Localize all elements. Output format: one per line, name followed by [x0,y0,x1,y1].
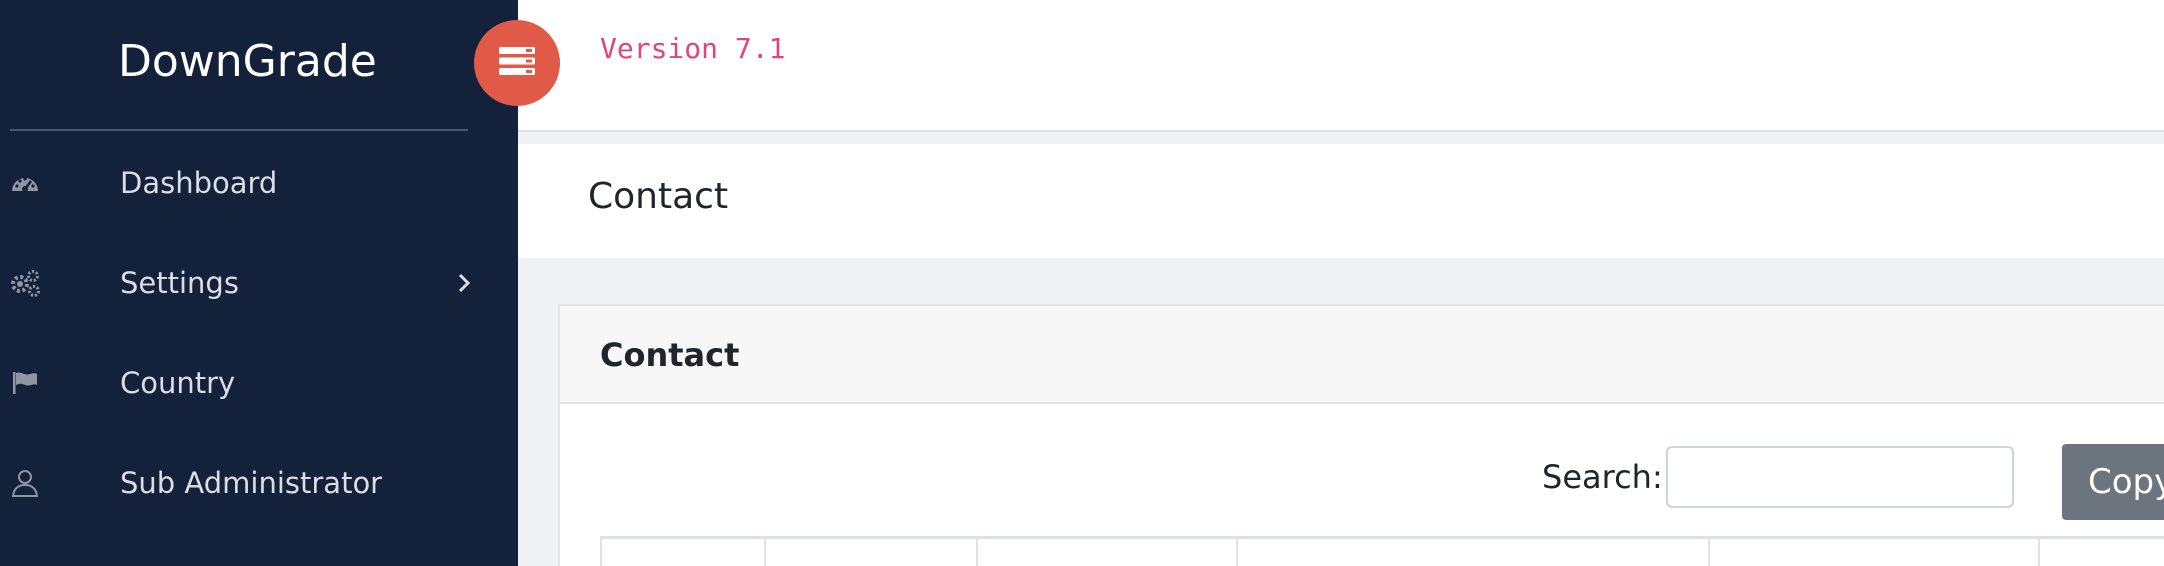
page-title: Contact [588,176,729,217]
menu-toggle-icon [498,45,536,82]
sidebar-item-settings[interactable]: Settings [0,243,518,323]
table-column-divider [764,539,766,566]
table-column-divider [1708,539,1710,566]
brand-logo-text[interactable]: DownGrade [118,36,377,87]
sidebar-item-country[interactable]: Country [0,343,518,423]
sidebar-item-label: Sub Administrator [120,466,383,500]
search-input[interactable] [1666,446,2014,508]
page-header: Contact [518,144,2164,258]
card-title: Contact [600,336,740,374]
table-column-divider [976,539,978,566]
sidebar-item-label: Dashboard [120,166,278,200]
dashboard-icon [8,166,42,200]
flag-icon [8,366,42,400]
sidebar-toggle-button[interactable] [474,20,560,106]
sidebar-item-label: Country [120,366,236,400]
gears-icon [8,266,42,300]
sidebar: DownGrade Dashboard Settings Country Sub… [0,0,518,566]
chevron-right-icon [452,271,476,295]
top-navbar [518,0,2164,132]
table-column-divider [600,539,602,566]
table-column-divider [2038,539,2040,566]
table-header-row [600,536,2164,566]
sidebar-item-dashboard[interactable]: Dashboard [0,143,518,223]
user-icon [8,466,42,500]
table-column-divider [1236,539,1238,566]
sidebar-item-label: Settings [120,266,239,300]
search-label: Search: [1542,458,1663,496]
sidebar-item-sub-administrator[interactable]: Sub Administrator [0,443,518,523]
version-label: Version 7.1 [600,32,786,65]
card-header: Contact [560,306,2164,404]
contact-card: Contact Search: Copy [558,304,2164,566]
sidebar-divider [10,129,468,131]
copy-button[interactable]: Copy [2062,444,2164,520]
